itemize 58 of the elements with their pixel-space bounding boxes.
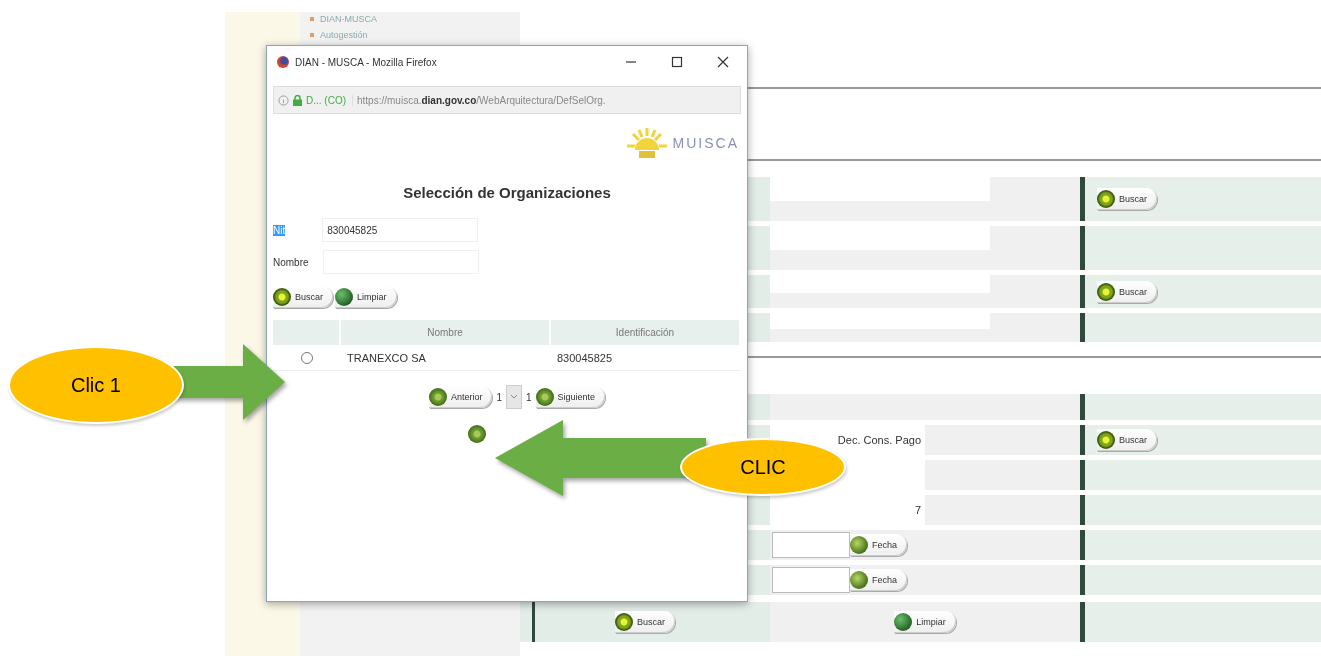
dialog-heading: Selección de Organizaciones <box>402 184 612 203</box>
page-total: 1 <box>526 391 532 403</box>
next-button[interactable]: Siguiente <box>535 386 606 408</box>
bullet-icon <box>310 33 314 37</box>
ball-icon <box>335 288 353 306</box>
target-icon <box>273 288 291 306</box>
input-field[interactable] <box>770 226 990 251</box>
input-field[interactable] <box>770 177 990 202</box>
date-button[interactable]: Fecha <box>850 534 907 556</box>
browser-logo-icon <box>277 56 289 68</box>
table-cell-text: 830045825 <box>556 350 614 366</box>
date-field[interactable] <box>772 532 850 558</box>
previous-button[interactable]: Anterior <box>428 386 493 408</box>
field-label: Nombre <box>273 256 310 268</box>
target-icon <box>1097 190 1115 208</box>
bullet-icon <box>310 17 314 21</box>
target-icon <box>615 613 633 631</box>
window-title: DIAN - MUSCA - Mozilla Firefox <box>295 56 438 68</box>
table-cell-text: TRANEXCO SA <box>346 350 427 366</box>
address-bar[interactable]: D... (CO) https://muisca.dian.gov.co/WebArquitectura/DefSelOrg. <box>273 86 741 114</box>
search-button[interactable]: Buscar <box>1097 429 1157 451</box>
clear-button[interactable]: Limpiar <box>894 611 956 633</box>
arrows-icon <box>535 388 554 406</box>
input-field[interactable] <box>770 313 990 329</box>
info-icon <box>278 94 289 106</box>
target-icon <box>1097 431 1115 449</box>
callout: Clic 1 <box>8 346 184 424</box>
field-label: Nit <box>273 224 286 236</box>
search-button[interactable]: Buscar <box>273 286 333 308</box>
page-number: 1 <box>496 391 502 403</box>
date-button[interactable]: Fecha <box>850 569 907 591</box>
lock-icon <box>293 94 302 106</box>
site-identity: D... (CO) <box>306 94 353 106</box>
table-cell-text: 7 <box>913 504 922 516</box>
confirm-button[interactable] <box>468 425 486 443</box>
search-button[interactable]: Buscar <box>1097 188 1157 210</box>
date-field[interactable] <box>772 567 850 593</box>
search-button[interactable]: Buscar <box>615 611 675 633</box>
page-select[interactable] <box>506 385 522 409</box>
input-field[interactable] <box>770 275 990 294</box>
clear-button[interactable]: Limpiar <box>335 286 397 308</box>
column-divider <box>532 602 535 642</box>
input-field[interactable]: 830045825 <box>322 218 479 242</box>
column-header: Identificación <box>551 320 741 345</box>
close-icon[interactable] <box>717 56 729 68</box>
logo-text: MUISCA <box>672 135 739 151</box>
url-text: https://muisca.dian.gov.co/WebArquitectura/DefSelOrg. <box>357 94 606 106</box>
ball-icon <box>894 613 913 631</box>
search-button[interactable]: Buscar <box>1097 280 1157 303</box>
caret-icon <box>510 394 518 400</box>
radio-button[interactable] <box>301 351 313 364</box>
maximize-icon[interactable] <box>671 56 683 68</box>
column-header: Nombre <box>341 320 551 345</box>
arrows-icon <box>428 388 447 406</box>
target-icon <box>1097 282 1115 301</box>
check-icon <box>850 571 868 589</box>
sun-icon <box>624 126 669 160</box>
check-icon <box>850 536 868 554</box>
